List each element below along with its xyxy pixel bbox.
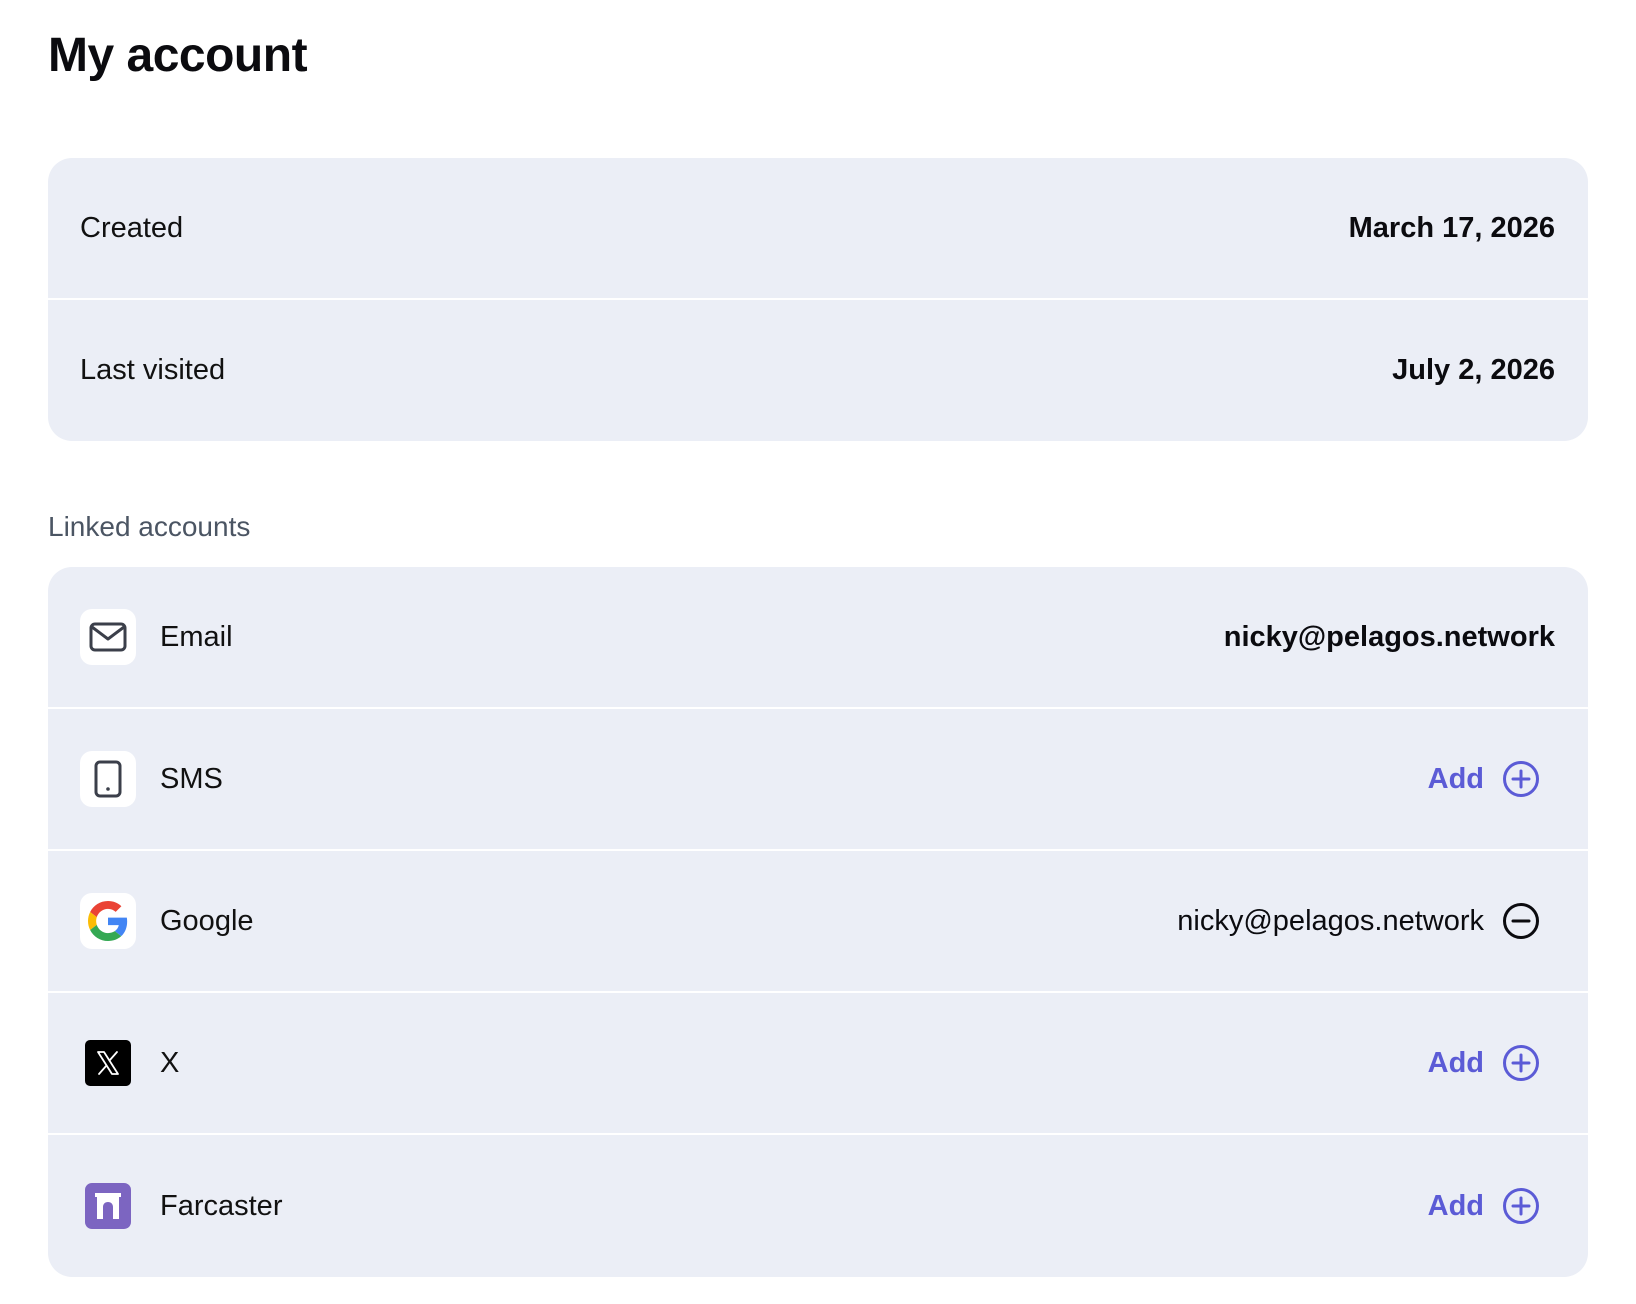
plus-circle-icon <box>1503 1045 1539 1081</box>
add-farcaster-button[interactable]: Add <box>1428 1187 1555 1225</box>
page-title: My account <box>48 29 308 82</box>
minus-circle-icon <box>1503 903 1539 939</box>
info-row-last-visited: Last visited July 2, 2026 <box>48 300 1588 441</box>
google-email-value: nicky@pelagos.network <box>1177 904 1484 937</box>
linked-accounts-heading: Linked accounts <box>48 511 251 542</box>
phone-icon <box>80 751 136 807</box>
farcaster-icon <box>80 1178 136 1234</box>
info-value: March 17, 2026 <box>1348 211 1555 244</box>
plus-circle-icon <box>1503 1188 1539 1224</box>
account-name: SMS <box>160 762 223 795</box>
mail-icon <box>80 609 136 665</box>
plus-circle-icon <box>1503 761 1539 797</box>
add-sms-button[interactable]: Add <box>1428 760 1555 798</box>
x-logo-icon <box>80 1035 136 1091</box>
account-page: My account Created March 17, 2026 Last v… <box>0 0 1636 1304</box>
linked-account-email: Email nicky@pelagos.network <box>48 567 1588 709</box>
add-x-button[interactable]: Add <box>1428 1044 1555 1082</box>
info-label: Last visited <box>80 354 226 386</box>
linked-account-google: Google nicky@pelagos.network <box>48 851 1588 993</box>
linked-account-farcaster: Farcaster Add <box>48 1135 1588 1277</box>
account-name: X <box>160 1046 180 1079</box>
account-info-card: Created March 17, 2026 Last visited July… <box>48 158 1588 441</box>
add-label: Add <box>1427 762 1484 795</box>
remove-google-button[interactable] <box>1502 902 1555 940</box>
linked-account-x: X Add <box>48 993 1588 1135</box>
linked-accounts-card: Email nicky@pelagos.network SMS Add Goog… <box>48 567 1588 1277</box>
account-name: Email <box>160 620 233 653</box>
email-value: nicky@pelagos.network <box>1223 620 1555 653</box>
add-label: Add <box>1427 1189 1484 1222</box>
info-row-created: Created March 17, 2026 <box>48 158 1588 300</box>
add-label: Add <box>1427 1046 1484 1079</box>
info-label: Created <box>80 211 184 244</box>
linked-account-sms: SMS Add <box>48 709 1588 851</box>
account-name: Google <box>160 904 254 937</box>
info-value: July 2, 2026 <box>1392 354 1555 386</box>
account-name: Farcaster <box>160 1189 283 1222</box>
google-icon <box>80 893 136 949</box>
